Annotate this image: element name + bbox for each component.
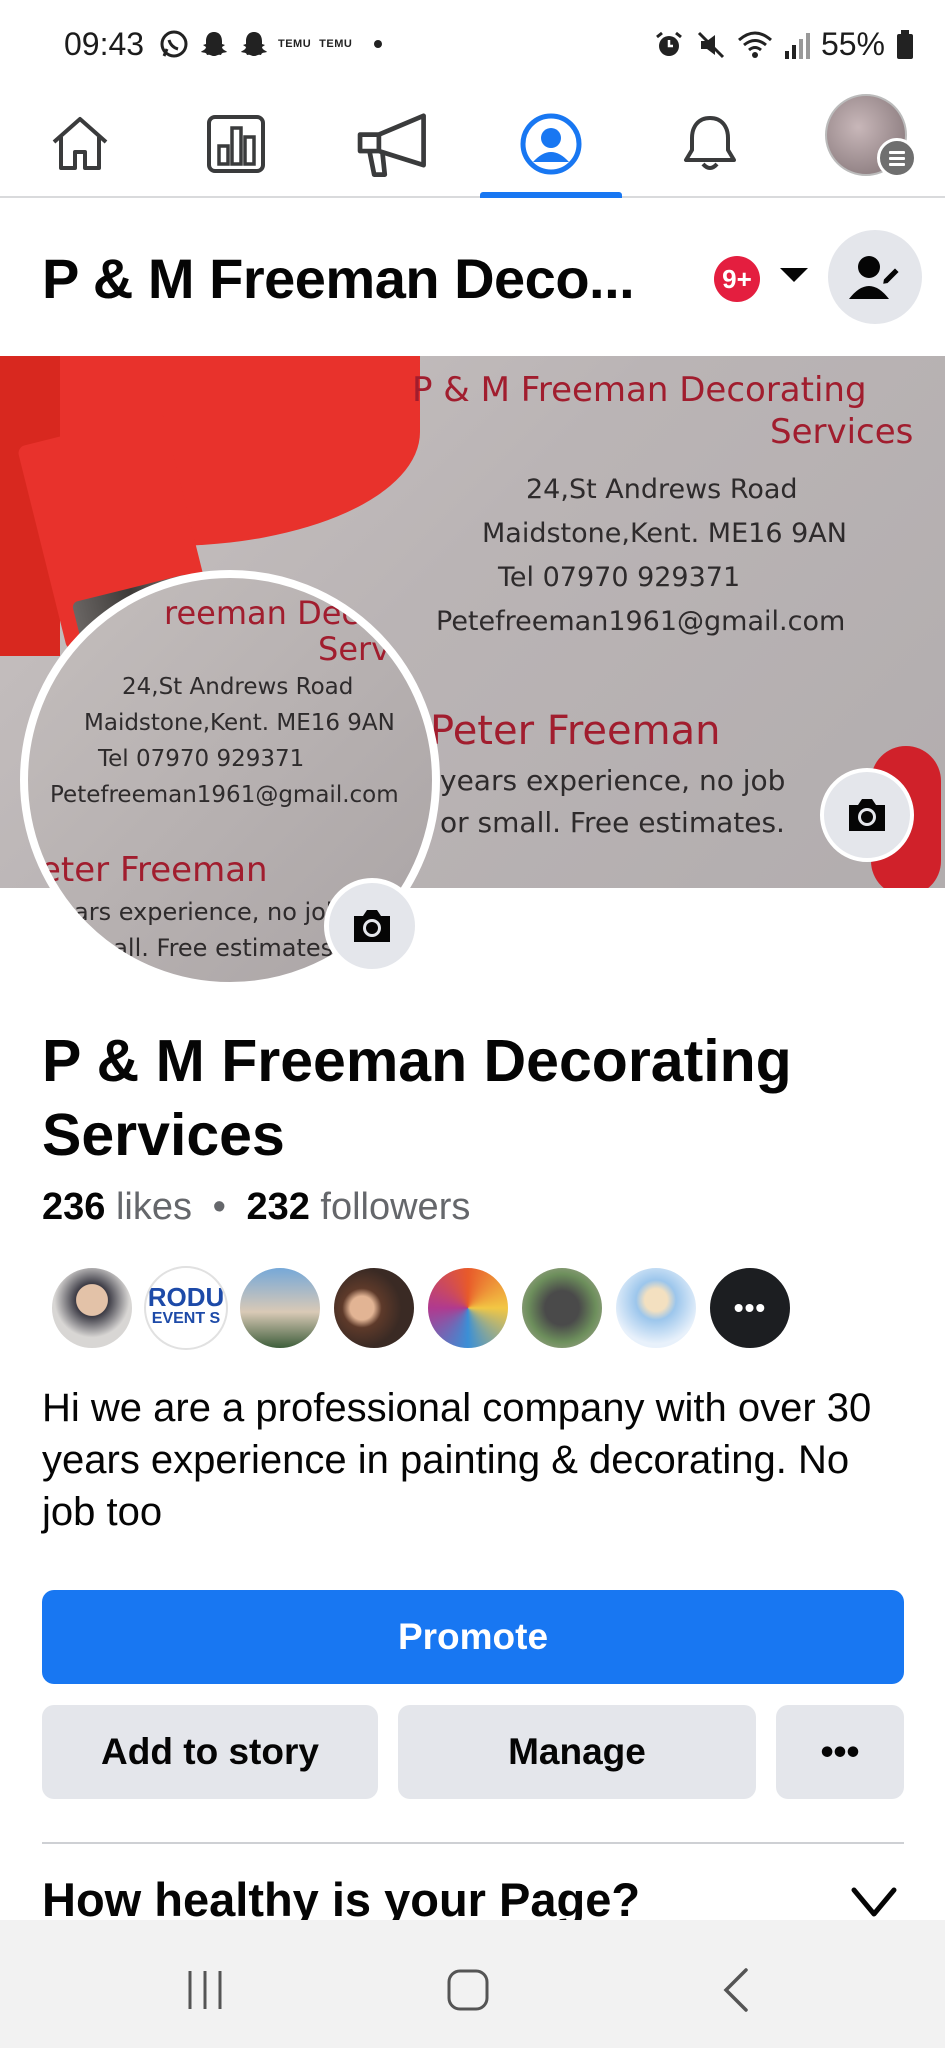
followers-label[interactable]: followers (320, 1186, 470, 1228)
profile-card-tagline: nall. Free estimates. (98, 934, 341, 962)
back-button[interactable] (706, 1960, 766, 2020)
temu-icon: TEMU (319, 37, 353, 50)
followers-count[interactable]: 232 (246, 1186, 309, 1228)
page-bio: Hi we are a professional company with ov… (42, 1386, 872, 1534)
more-notifications-dot (374, 40, 383, 48)
battery-icon (897, 29, 913, 59)
edit-cover-photo-button[interactable] (820, 768, 914, 862)
page-title[interactable]: P & M Freeman Deco... (42, 246, 635, 311)
tab-insights[interactable] (166, 92, 306, 196)
edit-profile-picture-button[interactable] (324, 878, 420, 974)
cover-card-title: P & M Freeman Decorating (412, 370, 867, 410)
switch-profile-icon (849, 256, 902, 299)
back-icon (723, 1968, 748, 2012)
profile-card-phone: Tel 07970 929371 (98, 746, 305, 772)
recent-apps-button[interactable] (175, 1960, 235, 2020)
tab-notifications[interactable] (640, 92, 780, 196)
status-right-icons: 55% (653, 26, 915, 63)
tab-page-profile[interactable] (481, 92, 621, 196)
insights-icon (207, 115, 265, 173)
cover-card-owner: Peter Freeman (430, 708, 721, 754)
chevron-down-icon[interactable] (780, 268, 808, 282)
notification-badge[interactable]: 9+ (714, 256, 760, 302)
cover-card-email: Petefreeman1961@gmail.com (436, 606, 846, 637)
snapchat-icon (201, 32, 227, 56)
section-divider (42, 1842, 904, 1844)
cover-card-tagline: or small. Free estimates. (440, 806, 785, 839)
cover-card-tagline: years experience, no job (440, 764, 786, 797)
cover-card-title: Services (770, 412, 914, 452)
camera-icon (354, 910, 390, 942)
chevron-down-icon[interactable] (850, 1886, 898, 1920)
cover-card-address: 24,St Andrews Road (526, 474, 798, 505)
active-tab-indicator (480, 192, 622, 198)
follower-avatar[interactable] (614, 1266, 698, 1350)
wifi-icon (737, 31, 772, 58)
profile-card-title: Serv (318, 630, 391, 668)
profile-card-tagline: ars experience, no job (74, 898, 342, 926)
whatsapp-icon (160, 30, 188, 58)
battery-percent: 55% (820, 26, 885, 62)
profile-card-address: 24,St Andrews Road (122, 674, 354, 700)
more-options-button[interactable]: ••• (776, 1705, 904, 1799)
likes-label[interactable]: likes (116, 1186, 192, 1228)
menu-icon[interactable] (877, 138, 917, 178)
follower-avatar-text: RODU (147, 1282, 225, 1312)
home-button[interactable] (438, 1960, 498, 2020)
profile-card-title: reeman Dec (164, 594, 359, 632)
page-header: P & M Freeman Deco... 9+ (0, 200, 945, 355)
bell-icon (684, 116, 736, 170)
page-health-title[interactable]: How healthy is your Page? (42, 1872, 640, 1927)
tab-ads[interactable] (323, 92, 463, 196)
follower-avatar-text: EVENT S (151, 1310, 221, 1327)
promote-button[interactable]: Promote (42, 1590, 904, 1684)
page-stats: 236 likes • 232 followers (42, 1186, 470, 1229)
home-square-icon (447, 1969, 489, 2011)
follower-avatar[interactable] (50, 1266, 134, 1350)
follower-avatar[interactable]: RODU EVENT S (144, 1266, 228, 1350)
follower-avatar[interactable] (238, 1266, 322, 1350)
profile-icon (520, 113, 582, 175)
alarm-icon (656, 31, 682, 56)
megaphone-icon (357, 113, 426, 177)
profile-card-address: Maidstone,Kent. ME16 9AN (84, 710, 395, 736)
add-to-story-button[interactable]: Add to story (42, 1705, 378, 1799)
likes-count[interactable]: 236 (42, 1186, 105, 1228)
cover-card-phone: Tel 07970 929371 (498, 562, 741, 593)
tab-home[interactable] (10, 92, 150, 196)
follower-avatar[interactable] (520, 1266, 604, 1350)
snapchat-icon (241, 32, 267, 56)
home-icon (52, 117, 108, 170)
status-time: 09:43 (64, 26, 145, 62)
camera-icon (849, 799, 885, 831)
recent-apps-icon (188, 1971, 222, 2009)
stats-separator: • (212, 1186, 226, 1228)
temu-icon: TEMU (278, 37, 312, 50)
top-navigation (0, 92, 945, 198)
cover-card-address: Maidstone,Kent. ME16 9AN (482, 518, 847, 549)
signal-icon (784, 32, 810, 59)
switch-profile-button[interactable] (828, 230, 922, 324)
page-name: P & M Freeman Decorating Services (42, 1028, 792, 1168)
mute-icon (697, 31, 725, 58)
status-bar: 09:43 TEMU TEMU 55% (0, 0, 945, 92)
profile-card-owner: eter Freeman (40, 850, 268, 890)
profile-card-email: Petefreeman1961@gmail.com (50, 782, 399, 808)
follower-avatar[interactable] (426, 1266, 510, 1350)
manage-button[interactable]: Manage (398, 1705, 756, 1799)
follower-avatars[interactable]: RODU EVENT S ••• (50, 1266, 792, 1350)
system-navigation-bar (0, 1920, 945, 2048)
status-notification-icons: TEMU TEMU (158, 28, 383, 60)
more-followers-button[interactable]: ••• (708, 1266, 792, 1350)
follower-avatar[interactable] (332, 1266, 416, 1350)
